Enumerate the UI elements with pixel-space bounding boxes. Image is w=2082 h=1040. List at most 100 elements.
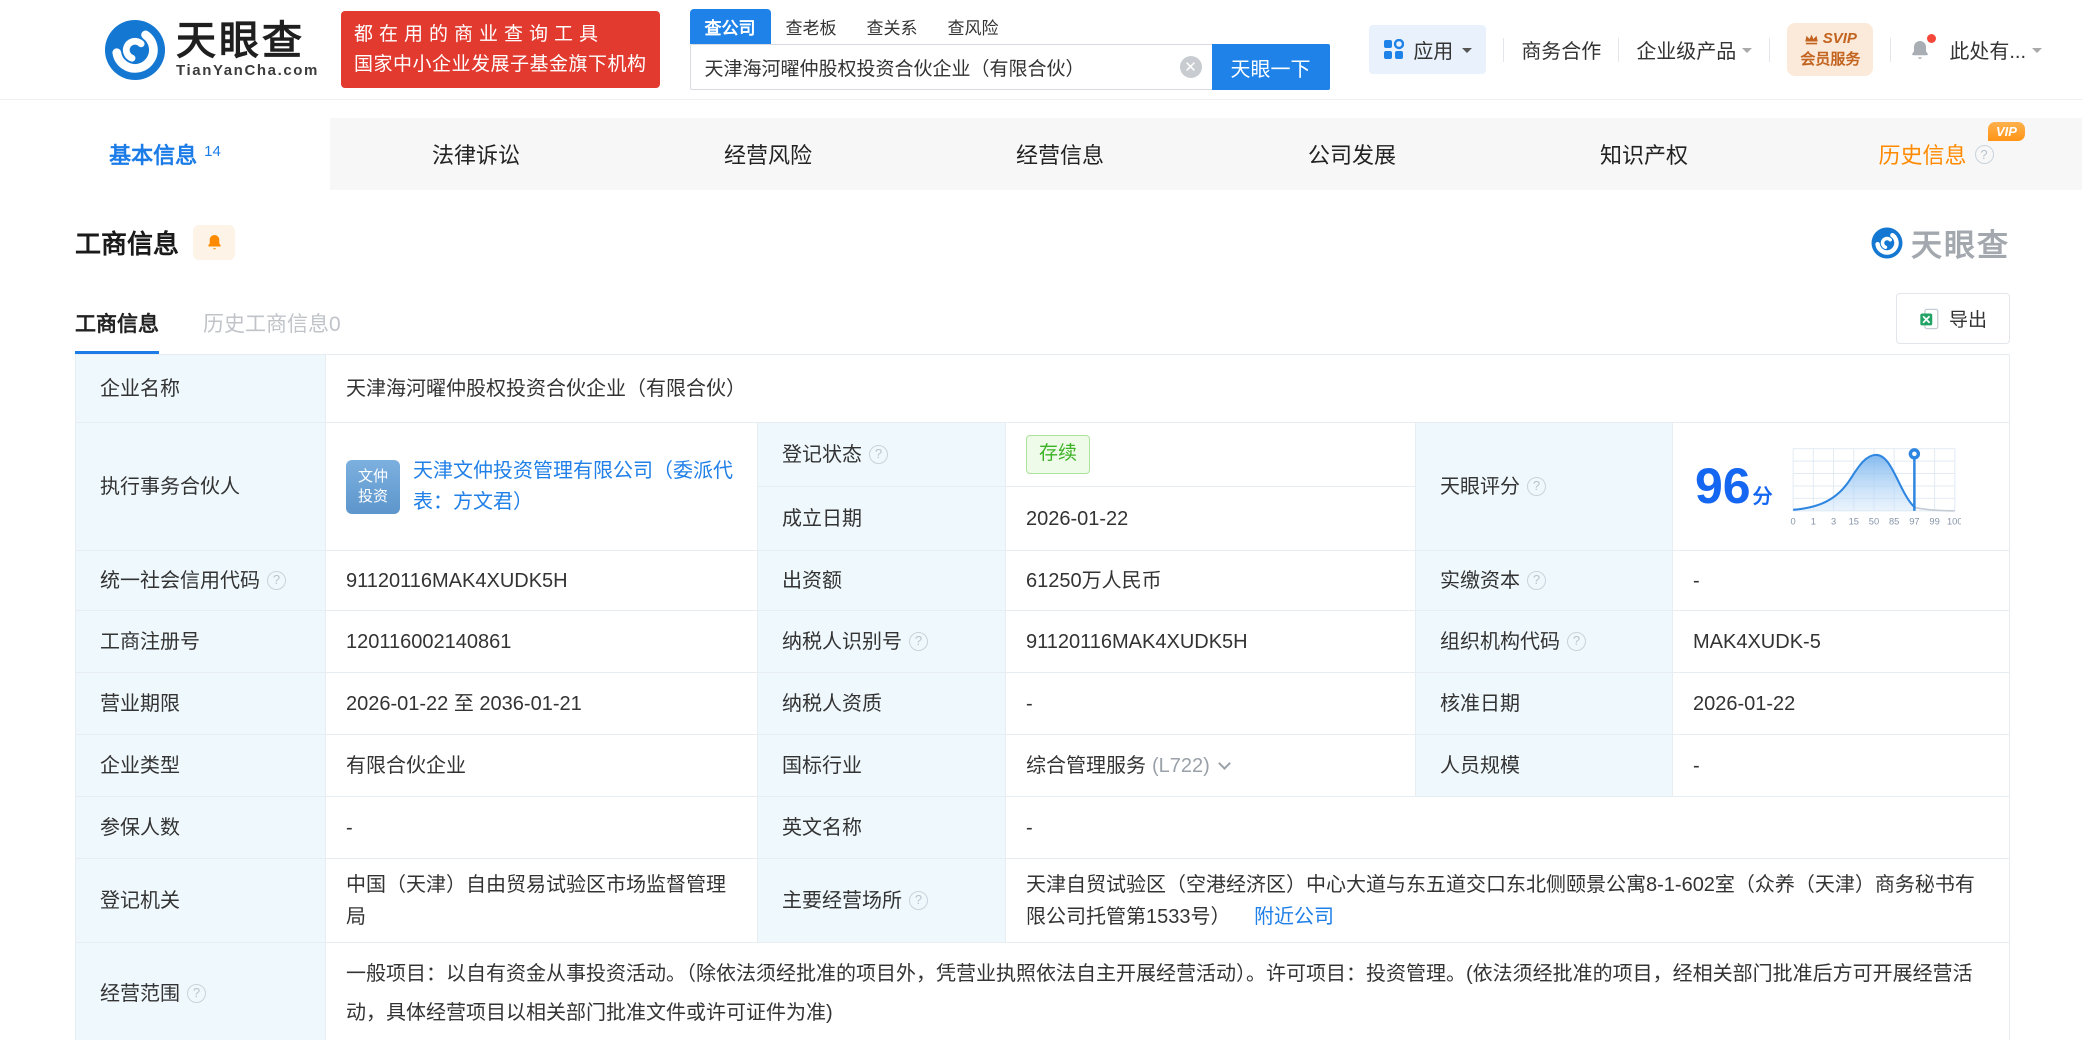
field-label-industry: 国标行业 (758, 735, 1006, 797)
help-icon[interactable] (267, 571, 286, 590)
help-icon[interactable] (1527, 477, 1546, 496)
notification-dot (1927, 34, 1936, 43)
enterprise-products-link[interactable]: 企业级产品 (1636, 35, 1752, 64)
tab-basic-info[interactable]: 基本信息 14 (0, 118, 330, 190)
nearby-companies-link[interactable]: 附近公司 (1254, 906, 1334, 928)
help-icon[interactable] (909, 632, 928, 651)
export-label: 导出 (1949, 305, 1987, 332)
tianyancha-logo[interactable]: 天眼查 TianYanCha.com (104, 19, 319, 81)
search-input[interactable] (705, 56, 1180, 78)
chevron-down-icon[interactable] (1218, 757, 1231, 770)
label-text: 纳税人识别号 (782, 626, 902, 658)
field-label-english-name: 英文名称 (758, 797, 1006, 859)
field-label-establish-date: 成立日期 (758, 487, 1006, 551)
help-icon[interactable] (1567, 632, 1586, 651)
clear-search-icon[interactable]: ✕ (1180, 56, 1202, 78)
field-label-tianyan-score: 天眼评分 (1416, 423, 1673, 551)
promo-line1: 都在用的商业查询工具 (354, 20, 647, 49)
field-label-business-term: 营业期限 (76, 673, 326, 735)
svip-sub-label: 会员服务 (1800, 50, 1860, 70)
promo-badge: 都在用的商业查询工具 国家中小企业发展子基金旗下机构 (341, 11, 660, 88)
field-label-approval-date: 核准日期 (1416, 673, 1673, 735)
tab-operating-risk[interactable]: 经营风险 (622, 118, 914, 190)
svip-badge[interactable]: SVIP 会员服务 (1787, 23, 1873, 76)
svg-text:99: 99 (1929, 516, 1939, 526)
monitor-bell-button[interactable] (193, 225, 235, 260)
field-label-registration-status: 登记状态 (758, 423, 1006, 487)
tab-company-development[interactable]: 公司发展 (1206, 118, 1498, 190)
help-icon[interactable] (1527, 571, 1546, 590)
divider (1503, 38, 1504, 62)
business-info-table: 企业名称 天津海河曜仲股权投资合伙企业（有限合伙） 执行事务合伙人 文仲 投资 … (75, 354, 2010, 1040)
notification-bell-icon[interactable] (1908, 38, 1932, 62)
svg-text:97: 97 (1909, 516, 1919, 526)
watermark-text: 天眼查 (1911, 220, 2010, 265)
field-value-registry-authority: 中国（天津）自由贸易试验区市场监督管理局 (326, 859, 758, 943)
score-value: 96 (1695, 458, 1751, 514)
subtab-history-business-info[interactable]: 历史工商信息0 (203, 308, 341, 354)
tab-legal-proceedings[interactable]: 法律诉讼 (330, 118, 622, 190)
svip-label: SVIP (1823, 29, 1857, 49)
label-text: 主要经营场所 (782, 885, 902, 917)
industry-code: (L722) (1152, 750, 1210, 782)
apps-label: 应用 (1413, 35, 1453, 64)
search-tab-company[interactable]: 查公司 (690, 9, 771, 44)
field-value-company-type: 有限合伙企业 (326, 735, 758, 797)
svg-text:3: 3 (1831, 516, 1836, 526)
tianyancha-watermark: 天眼查 (1871, 220, 2010, 265)
divider (1769, 38, 1770, 62)
tab-intellectual-property[interactable]: 知识产权 (1498, 118, 1790, 190)
tianyancha-watermark-icon (1871, 227, 1903, 259)
apps-grid-icon (1383, 39, 1404, 60)
field-label-company-name: 企业名称 (76, 355, 326, 423)
chevron-down-icon (1742, 48, 1752, 58)
search-button[interactable]: 天眼一下 (1212, 44, 1330, 90)
field-value-executive-partner: 文仲 投资 天津文仲投资管理有限公司（委派代表：方文君） (326, 423, 758, 551)
user-menu[interactable]: 此处有... (1949, 35, 2042, 64)
tab-history-info[interactable]: 历史信息 VIP (1790, 118, 2082, 190)
label-text: 登记状态 (782, 439, 862, 471)
promo-line2: 国家中小企业发展子基金旗下机构 (354, 50, 647, 79)
help-icon[interactable] (869, 445, 888, 464)
help-icon[interactable] (909, 891, 928, 910)
help-icon[interactable] (1975, 145, 1994, 164)
field-value-company-name: 天津海河曜仲股权投资合伙企业（有限合伙） (326, 355, 2010, 423)
tab-label: 历史信息 (1878, 138, 1966, 170)
field-label-taxpayer-id: 纳税人识别号 (758, 611, 1006, 673)
field-value-credit-code: 91120116MAK4XUDK5H (326, 551, 758, 611)
field-value-registration-status: 存续 (1006, 423, 1416, 487)
apps-menu[interactable]: 应用 (1369, 25, 1486, 74)
search-tab-relation[interactable]: 查关系 (852, 9, 933, 44)
field-value-establish-date: 2026-01-22 (1006, 487, 1416, 551)
field-value-paid-capital: - (1673, 551, 2010, 611)
status-badge: 存续 (1026, 435, 1090, 473)
svg-text:15: 15 (1848, 516, 1858, 526)
brand-domain: TianYanCha.com (176, 62, 319, 79)
help-icon[interactable] (187, 984, 206, 1003)
subtab-row: 工商信息 历史工商信息0 导出 (75, 293, 2010, 354)
svg-text:50: 50 (1868, 516, 1878, 526)
tab-operating-info[interactable]: 经营信息 (914, 118, 1206, 190)
partner-company-link[interactable]: 天津文仲投资管理有限公司（委派代表：方文君） (413, 456, 737, 518)
search-tab-risk[interactable]: 查风险 (933, 9, 1014, 44)
subtab-business-info[interactable]: 工商信息 (75, 308, 159, 354)
label-text: 实缴资本 (1440, 565, 1520, 597)
search-tab-boss[interactable]: 查老板 (771, 9, 852, 44)
brand-name: 天眼查 (176, 20, 319, 62)
company-nav-tabs: 基本信息 14 法律诉讼 经营风险 经营信息 公司发展 知识产权 历史信息 VI… (0, 118, 2082, 190)
vip-badge: VIP (1988, 122, 2025, 141)
field-value-registration-number: 120116002140861 (326, 611, 758, 673)
field-label-capital: 出资额 (758, 551, 1006, 611)
section-title: 工商信息 (75, 224, 179, 261)
field-value-business-scope: 一般项目：以自有资金从事投资活动。（除依法须经批准的项目外，凭营业执照依法自主开… (326, 943, 2010, 1040)
field-label-registration-number: 工商注册号 (76, 611, 326, 673)
label-text: 天眼评分 (1440, 471, 1520, 503)
export-button[interactable]: 导出 (1896, 293, 2010, 344)
business-cooperation-link[interactable]: 商务合作 (1521, 35, 1601, 64)
field-label-org-code: 组织机构代码 (1416, 611, 1673, 673)
enterprise-products-label: 企业级产品 (1636, 35, 1736, 64)
header-nav: 应用 商务合作 企业级产品 SVIP 会员服务 (1369, 23, 2042, 76)
field-label-staff-size: 人员规模 (1416, 735, 1673, 797)
field-label-paid-capital: 实缴资本 (1416, 551, 1673, 611)
partner-company-logo[interactable]: 文仲 投资 (346, 460, 400, 514)
